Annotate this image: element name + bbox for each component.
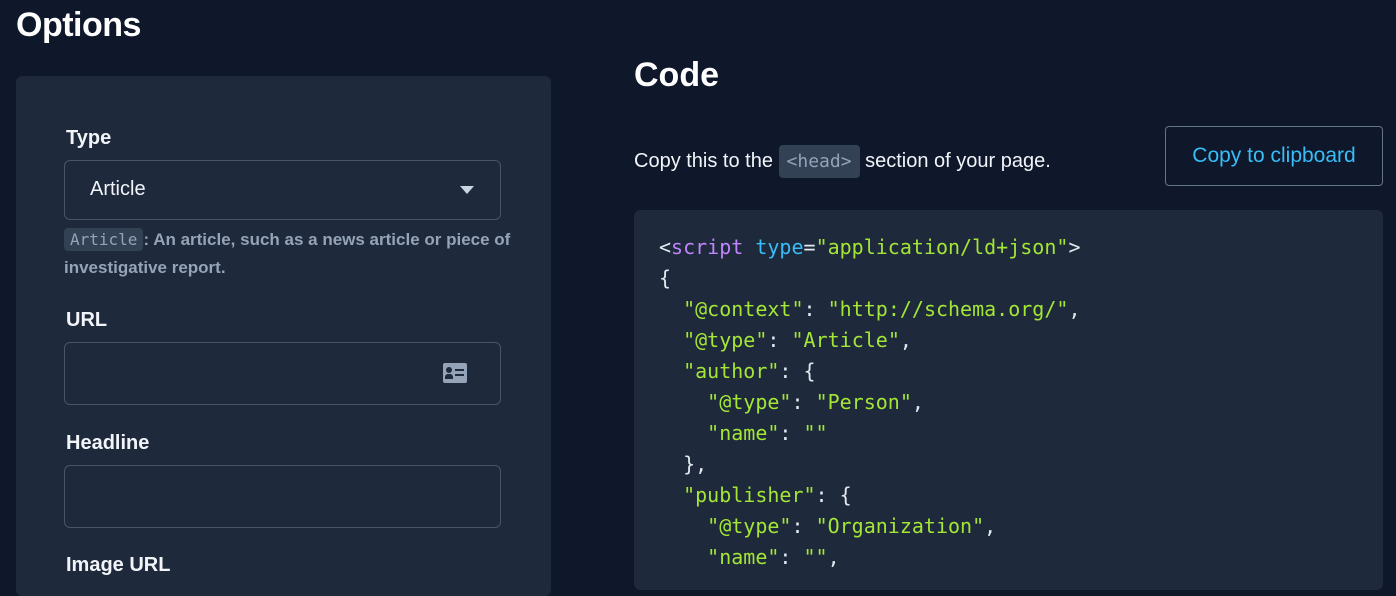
type-hint: Article: An article, such as a news arti… [64, 226, 514, 282]
code-token: > [1068, 235, 1081, 259]
code-token: "@type" [707, 514, 792, 538]
code-token: "author" [683, 359, 780, 383]
code-token: : { [815, 483, 852, 507]
copy-instruction-suffix: section of your page. [859, 150, 1051, 172]
code-token: "" [803, 421, 828, 445]
code-token: = [803, 235, 816, 259]
code-title: Code [634, 56, 719, 94]
code-token: { [659, 266, 672, 290]
code-token: : [779, 545, 804, 569]
code-line: "author": { [659, 359, 816, 383]
code-token: "" [803, 545, 828, 569]
type-label: Type [66, 127, 112, 149]
type-select[interactable]: Article [64, 160, 501, 220]
headline-label: Headline [66, 432, 150, 454]
code-token: "name" [707, 545, 780, 569]
options-title: Options [16, 6, 141, 44]
copy-to-clipboard-button[interactable]: Copy to clipboard [1165, 126, 1383, 186]
code-token: : [791, 390, 816, 414]
type-hint-code: Article [64, 228, 144, 251]
code-line: "@type": "Organization", [659, 514, 996, 538]
code-token: "application/ld+json" [815, 235, 1069, 259]
code-token: "@type" [707, 390, 792, 414]
code-token: "http://schema.org/" [827, 297, 1069, 321]
type-select-value: Article [90, 178, 146, 200]
url-input[interactable] [64, 342, 501, 405]
code-block: <script type="application/ld+json"> { "@… [634, 210, 1383, 590]
caret-down-icon [460, 186, 474, 194]
code-line: "name": "" [659, 421, 828, 445]
code-token: "@type" [683, 328, 768, 352]
code-token: }, [659, 452, 708, 476]
code-token: : [779, 421, 804, 445]
code-line: }, [659, 452, 707, 476]
code-token: "name" [707, 421, 780, 445]
code-token: , [1068, 297, 1081, 321]
options-panel: Type Article Article: An article, such a… [16, 76, 551, 596]
code-line: "@type": "Article", [659, 328, 912, 352]
code-line: "name": "", [659, 545, 840, 569]
code-token: : [767, 328, 792, 352]
code-token: "Person" [815, 390, 912, 414]
code-line: <script type="application/ld+json"> [659, 235, 1080, 259]
copy-instruction-prefix: Copy this to the [634, 150, 779, 172]
code-token: "@context" [683, 297, 804, 321]
code-token: "Article" [791, 328, 900, 352]
code-token: : [791, 514, 816, 538]
code-line: "publisher": { [659, 483, 852, 507]
id-card-icon[interactable] [443, 363, 467, 383]
code-token: , [984, 514, 997, 538]
copy-instruction: Copy this to the <head> section of your … [634, 145, 1051, 178]
code-token: : { [779, 359, 816, 383]
code-line: "@type": "Person", [659, 390, 924, 414]
code-token: "Organization" [815, 514, 985, 538]
code-line: { [659, 266, 671, 290]
code-token: < [659, 235, 672, 259]
headline-input[interactable] [64, 465, 501, 528]
code-line: "@context": "http://schema.org/", [659, 297, 1080, 321]
code-token: , [899, 328, 912, 352]
url-label: URL [66, 309, 108, 331]
head-tag-code: <head> [778, 145, 860, 178]
code-token: "publisher" [683, 483, 816, 507]
code-token: : [803, 297, 828, 321]
code-content: <script type="application/ld+json"> { "@… [659, 232, 1080, 573]
image-url-label: Image URL [66, 554, 171, 576]
code-token: , [827, 545, 840, 569]
code-token: type [755, 235, 804, 259]
code-token: script [671, 235, 744, 259]
code-token: , [911, 390, 924, 414]
